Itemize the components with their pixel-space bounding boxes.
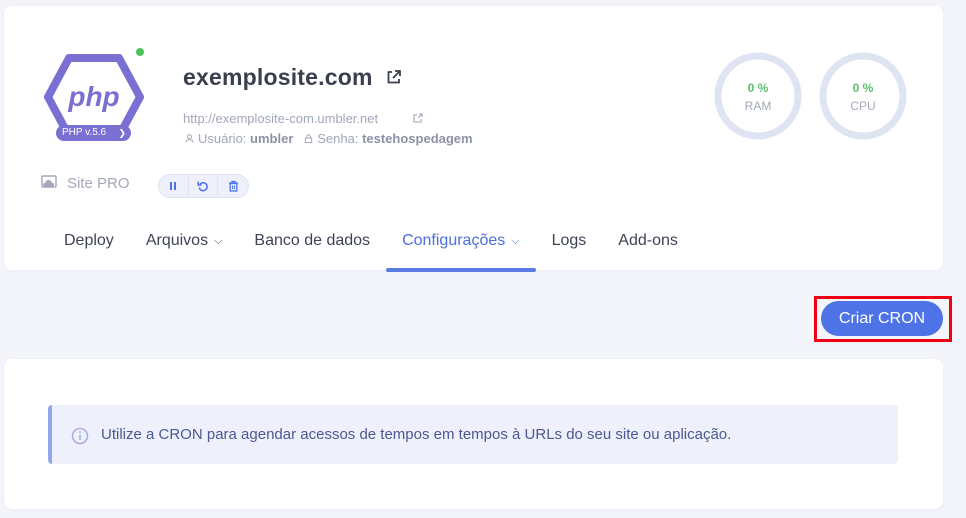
chevron-down-icon: ⌵ <box>214 235 223 247</box>
tab-logs[interactable]: Logs <box>536 224 603 270</box>
external-link-icon[interactable] <box>386 69 402 85</box>
php-version-selector[interactable]: PHP v.5.6 ❯ <box>56 125 131 141</box>
php-version-label: PHP v.5.6 <box>62 127 107 138</box>
tab-deploy-label: Deploy <box>64 232 114 249</box>
password-value: testehospedagem <box>362 131 473 146</box>
cloud-screen-icon <box>41 175 57 188</box>
restart-button[interactable] <box>189 175 219 197</box>
info-icon <box>71 427 89 445</box>
site-title: exemplosite.com <box>183 64 373 90</box>
plan-label: Site PRO <box>41 175 130 192</box>
tab-configuracoes-label: Configurações <box>402 232 506 249</box>
cron-info-text: Utilize a CRON para agendar acessos de t… <box>101 426 732 443</box>
user-icon <box>185 134 194 143</box>
delete-button[interactable] <box>218 175 248 197</box>
tab-add-ons-label: Add-ons <box>618 232 678 249</box>
trash-icon <box>228 180 238 192</box>
site-url-link[interactable]: http://exemplosite-com.umbler.net <box>183 111 378 126</box>
cpu-label: CPU <box>850 99 876 113</box>
ram-label: RAM <box>744 99 772 113</box>
pause-icon <box>170 182 177 190</box>
chevron-down-icon: ⌵ <box>511 235 520 247</box>
user-label: Usuário: <box>198 131 247 146</box>
tab-configuracoes[interactable]: Configurações ⌵ <box>386 224 536 272</box>
chevron-down-icon: ❯ <box>118 128 126 138</box>
cpu-gauge: 0 % CPU <box>818 51 908 141</box>
password-label: Senha: <box>317 131 359 146</box>
restart-icon <box>197 181 208 192</box>
tab-arquivos-label: Arquivos <box>145 232 209 249</box>
site-tabs: Deploy Arquivos ⌵ Banco de dados Configur… <box>48 224 694 272</box>
plan-name: Site PRO <box>67 175 130 192</box>
user-value: umbler <box>250 131 294 146</box>
ram-gauge: 0 % RAM <box>713 51 803 141</box>
cron-info-alert: Utilize a CRON para agendar acessos de t… <box>48 405 898 464</box>
tab-arquivos[interactable]: Arquivos ⌵ <box>130 224 239 270</box>
ram-gauge-ring <box>714 52 802 140</box>
url-external-link-icon[interactable] <box>413 113 423 123</box>
tab-logs-label: Logs <box>551 232 587 249</box>
site-controls <box>158 174 249 198</box>
status-online-dot <box>136 48 144 56</box>
pause-button[interactable] <box>159 175 189 197</box>
create-cron-button[interactable]: Criar CRON <box>821 301 943 336</box>
lock-icon <box>305 134 313 143</box>
tab-banco-label: Banco de dados <box>254 232 371 249</box>
tab-add-ons[interactable]: Add-ons <box>602 224 694 270</box>
ram-value: 0 % <box>747 81 769 95</box>
cpu-gauge-ring <box>819 52 907 140</box>
tab-deploy[interactable]: Deploy <box>48 224 130 270</box>
tab-banco-de-dados[interactable]: Banco de dados <box>238 224 386 270</box>
svg-text:php: php <box>67 81 119 112</box>
credentials-row: Usuário: umbler Senha: testehospedagem <box>185 131 473 146</box>
cpu-value: 0 % <box>852 81 874 95</box>
